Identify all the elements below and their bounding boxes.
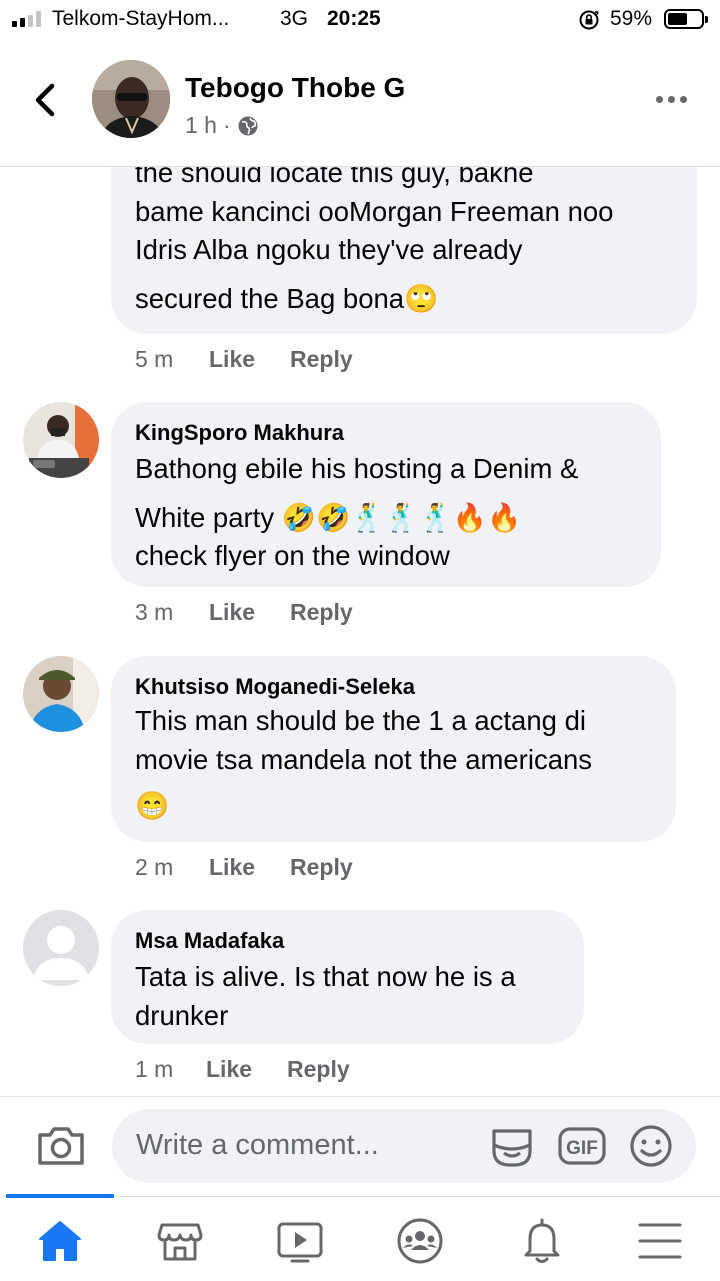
emoji-icon[interactable] (628, 1123, 674, 1169)
comment-line: bame kancinci ooMorgan Freeman noo (135, 195, 614, 227)
comment-bubble[interactable]: Khutsiso Moganedi-Seleka This man should… (111, 656, 676, 842)
status-bar: Telkom-StayHom... 3G 20:25 59% (0, 0, 720, 40)
gif-label: GIF (566, 1138, 598, 1159)
post-header: Tebogo Thobe G 1 h · (0, 40, 720, 167)
menu-icon[interactable] (636, 1217, 684, 1265)
commenter-name[interactable]: Khutsiso Moganedi-Seleka (135, 674, 415, 700)
commenter-name[interactable]: Msa Madafaka (135, 928, 284, 954)
gif-icon[interactable]: GIF (558, 1123, 606, 1169)
reply-button[interactable]: Reply (290, 599, 353, 626)
post-time[interactable]: 1 h (185, 112, 217, 139)
comment-meta: 3 m Like Reply (135, 599, 353, 626)
rotation-lock-icon (579, 10, 599, 30)
bottom-nav (0, 1194, 720, 1281)
commenter-avatar[interactable] (23, 656, 99, 732)
watch-icon[interactable] (276, 1217, 324, 1265)
reply-button[interactable]: Reply (290, 346, 353, 373)
comment-composer: Write a comment... GIF (0, 1096, 720, 1197)
meta-separator: · (222, 112, 231, 138)
network-type: 3G (280, 7, 309, 30)
comment-line: Idris Alba ngoku they've already (135, 234, 523, 265)
reply-button[interactable]: Reply (290, 854, 353, 881)
comment-bubble[interactable]: Msa Madafaka Tata is alive. Is that now … (111, 910, 584, 1044)
signal-icon (12, 11, 41, 27)
comment-line: movie tsa mandela not the americans (135, 743, 593, 775)
comment-input[interactable]: Write a comment... GIF (112, 1109, 696, 1183)
globe-icon (238, 116, 258, 135)
post-meta: 1 h · (185, 112, 259, 139)
active-tab-indicator (6, 1194, 114, 1198)
comment-line: Bathong ebile his hosting a Denim & (135, 453, 579, 484)
comment-meta: 5 m Like Reply (135, 346, 353, 373)
commenter-avatar[interactable] (23, 402, 99, 478)
like-button[interactable]: Like (206, 1056, 287, 1083)
comment-line: check flyer on the window (135, 540, 450, 571)
comment-time: 5 m (135, 346, 174, 372)
battery-icon (664, 9, 708, 29)
groups-icon[interactable] (396, 1217, 444, 1265)
comment-line: White party 🤣🤣🕺🕺🕺🔥🔥 (135, 501, 522, 533)
commenter-avatar[interactable] (23, 910, 99, 986)
carrier-name: Telkom-StayHom... (52, 7, 230, 30)
home-icon[interactable] (36, 1217, 84, 1265)
comment-time: 3 m (135, 599, 174, 625)
comment-bubble[interactable]: the should locate this guy, bakhe bame k… (111, 166, 697, 334)
sticker-icon[interactable] (488, 1123, 536, 1169)
comment-line: This man should be the 1 a actang di (135, 705, 586, 736)
back-chevron-icon[interactable] (30, 82, 60, 118)
like-button[interactable]: Like (209, 346, 290, 373)
like-button[interactable]: Like (209, 599, 290, 626)
author-name[interactable]: Tebogo Thobe G (185, 72, 405, 104)
comment-meta: 1 m Like Reply (135, 1056, 350, 1083)
comment-bubble[interactable]: KingSporo Makhura Bathong ebile his host… (111, 402, 661, 587)
author-avatar[interactable] (92, 60, 170, 138)
camera-icon[interactable] (36, 1123, 86, 1167)
comment-line: 😁 (135, 790, 170, 821)
more-icon[interactable] (656, 96, 687, 103)
commenter-name[interactable]: KingSporo Makhura (135, 420, 344, 446)
notifications-icon[interactable] (518, 1217, 566, 1265)
comment-line: drunker (135, 999, 229, 1031)
comment-time: 2 m (135, 854, 174, 880)
battery-percent: 59% (610, 7, 653, 30)
comment-line: the should locate this guy, bakhe (135, 166, 534, 188)
comment-line: secured the Bag bona🙄 (135, 282, 439, 314)
comment-meta: 2 m Like Reply (135, 854, 353, 881)
like-button[interactable]: Like (209, 854, 290, 881)
reply-button[interactable]: Reply (287, 1056, 350, 1083)
comments-list: the should locate this guy, bakhe bame k… (0, 166, 720, 1096)
clock: 20:25 (327, 7, 381, 30)
marketplace-icon[interactable] (156, 1217, 204, 1265)
comment-placeholder: Write a comment... (136, 1129, 379, 1161)
comment-time: 1 m (135, 1056, 174, 1082)
comment-line: Tata is alive. Is that now he is a (135, 961, 516, 992)
